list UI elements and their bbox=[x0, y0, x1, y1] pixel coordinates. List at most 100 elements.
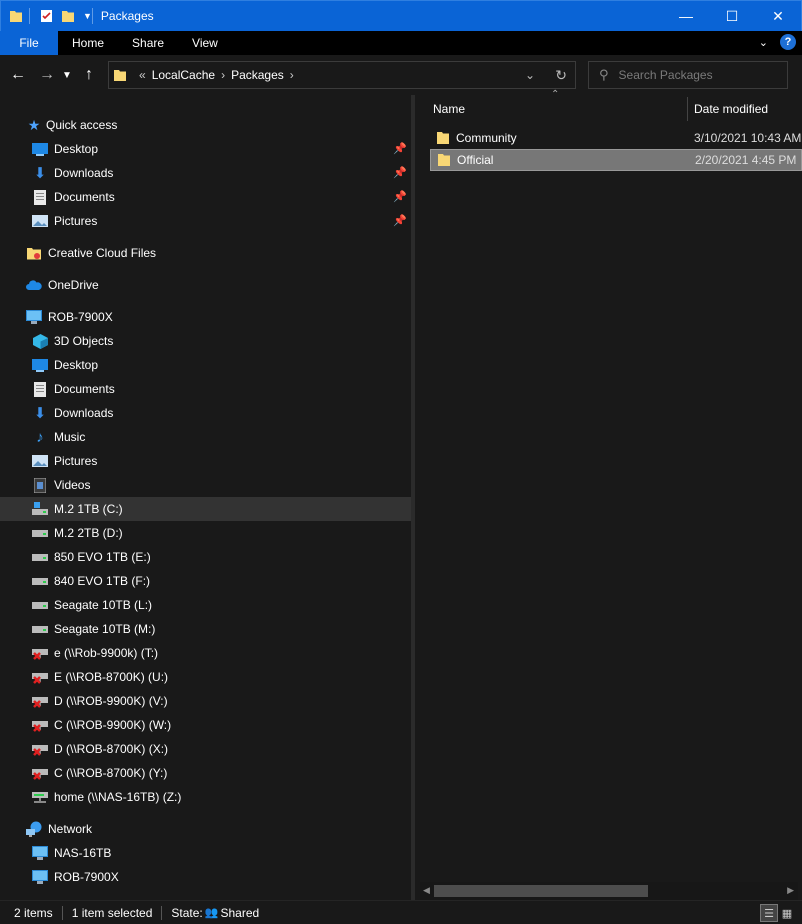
tab-view[interactable]: View bbox=[178, 31, 232, 55]
back-arrow-icon[interactable]: ← bbox=[8, 66, 28, 84]
sidebar-item-drive-t[interactable]: e (\\Rob-9900k) (T:) bbox=[0, 641, 411, 665]
title-bar: ▼ Packages — ☐ ✕ bbox=[0, 0, 802, 31]
sidebar-item-drive-x[interactable]: D (\\ROB-8700K) (X:) bbox=[0, 737, 411, 761]
disconnected-network-drive-icon bbox=[32, 693, 48, 709]
column-header-name[interactable]: Name bbox=[433, 102, 465, 116]
search-input[interactable]: Search Packages bbox=[619, 68, 713, 82]
scroll-right-icon[interactable]: ▶ bbox=[787, 885, 794, 896]
chevron-right-icon[interactable]: › bbox=[221, 68, 225, 82]
customize-toolbar-icon[interactable]: ▼ bbox=[83, 11, 92, 21]
sidebar-item-network-rob[interactable]: ROB-7900X bbox=[0, 865, 411, 889]
close-button[interactable]: ✕ bbox=[755, 1, 801, 31]
sidebar-item-music[interactable]: ♪ Music bbox=[0, 425, 411, 449]
table-row[interactable]: Official 2/20/2021 4:45 PM bbox=[430, 149, 802, 171]
sidebar-item-desktop[interactable]: Desktop 📌 bbox=[0, 137, 411, 161]
folder-icon bbox=[114, 70, 126, 81]
maximize-button[interactable]: ☐ bbox=[709, 1, 755, 31]
disconnected-network-drive-icon bbox=[32, 669, 48, 685]
sidebar-item-pc-desktop[interactable]: Desktop bbox=[0, 353, 411, 377]
sidebar-item-drive-d[interactable]: M.2 2TB (D:) bbox=[0, 521, 411, 545]
sidebar-item-videos[interactable]: Videos bbox=[0, 473, 411, 497]
sidebar-item-drive-u[interactable]: E (\\ROB-8700K) (U:) bbox=[0, 665, 411, 689]
download-arrow-icon: ⬇ bbox=[33, 165, 47, 182]
sidebar-item-drive-m[interactable]: Seagate 10TB (M:) bbox=[0, 617, 411, 641]
tab-share[interactable]: Share bbox=[118, 31, 178, 55]
sidebar-item-drive-w[interactable]: C (\\ROB-9900K) (W:) bbox=[0, 713, 411, 737]
column-divider[interactable] bbox=[687, 97, 688, 121]
minimize-button[interactable]: — bbox=[663, 1, 709, 31]
sidebar-item-drive-c[interactable]: M.2 1TB (C:) bbox=[0, 497, 411, 521]
sidebar-item-drive-f[interactable]: 840 EVO 1TB (F:) bbox=[0, 569, 411, 593]
document-icon bbox=[32, 189, 48, 205]
scrollbar-thumb[interactable] bbox=[434, 885, 648, 897]
drive-icon bbox=[32, 525, 48, 541]
folder-icon bbox=[438, 154, 450, 166]
sidebar-item-quick-access[interactable]: ★ Quick access bbox=[0, 113, 411, 137]
help-icon[interactable]: ? bbox=[780, 34, 796, 50]
details-view-icon[interactable]: ☰ bbox=[760, 904, 778, 922]
navigation-pane[interactable]: ★ Quick access Desktop 📌 ⬇ Downloads 📌 D… bbox=[0, 95, 412, 900]
sort-ascending-icon: ⌃ bbox=[551, 89, 560, 100]
window-controls: — ☐ ✕ bbox=[663, 1, 801, 31]
sidebar-item-nas[interactable]: NAS-16TB bbox=[0, 841, 411, 865]
network-globe-icon bbox=[26, 821, 42, 837]
forward-arrow-icon[interactable]: → bbox=[37, 66, 57, 84]
sidebar-item-pictures[interactable]: Pictures 📌 bbox=[0, 209, 411, 233]
sidebar-item-creative-cloud[interactable]: Creative Cloud Files bbox=[0, 241, 411, 265]
file-date: 3/10/2021 10:43 AM bbox=[694, 131, 802, 145]
pin-icon[interactable]: 📌 bbox=[393, 214, 407, 227]
disconnected-network-drive-icon bbox=[32, 741, 48, 757]
tab-file[interactable]: File bbox=[0, 31, 58, 55]
drive-icon bbox=[32, 621, 48, 637]
sidebar-item-network[interactable]: Network bbox=[0, 817, 411, 841]
properties-icon[interactable] bbox=[40, 9, 53, 23]
new-folder-icon[interactable] bbox=[61, 9, 75, 23]
horizontal-scrollbar[interactable]: ◀ ▶ bbox=[420, 882, 798, 900]
address-bar[interactable]: « LocalCache › Packages › ⌄ ↻ bbox=[108, 61, 576, 89]
file-name: Community bbox=[456, 131, 517, 145]
recent-locations-icon[interactable]: ▼ bbox=[61, 70, 73, 81]
up-arrow-icon[interactable]: ↑ bbox=[79, 66, 99, 84]
column-header-date-modified[interactable]: Date modified bbox=[694, 102, 768, 116]
scroll-left-icon[interactable]: ◀ bbox=[423, 885, 430, 896]
sidebar-item-pc-downloads[interactable]: ⬇ Downloads bbox=[0, 401, 411, 425]
pin-icon[interactable]: 📌 bbox=[393, 166, 407, 179]
file-list[interactable]: ⌃ Name Date modified Community 3/10/2021… bbox=[415, 89, 802, 900]
search-box[interactable]: ⚲ Search Packages bbox=[588, 61, 788, 89]
sidebar-item-onedrive[interactable]: OneDrive bbox=[0, 273, 411, 297]
sidebar-item-drive-e[interactable]: 850 EVO 1TB (E:) bbox=[0, 545, 411, 569]
windows-drive-icon bbox=[32, 501, 48, 517]
sidebar-item-this-pc[interactable]: ROB-7900X bbox=[0, 305, 411, 329]
refresh-icon[interactable]: ↻ bbox=[555, 67, 567, 84]
sidebar-item-documents[interactable]: Documents 📌 bbox=[0, 185, 411, 209]
sidebar-item-pc-pictures[interactable]: Pictures bbox=[0, 449, 411, 473]
search-icon: ⚲ bbox=[599, 67, 609, 82]
pin-icon[interactable]: 📌 bbox=[393, 142, 407, 155]
computer-icon bbox=[32, 845, 48, 861]
chevron-right-icon[interactable]: › bbox=[290, 68, 294, 82]
file-name: Official bbox=[457, 153, 494, 167]
sidebar-item-drive-l[interactable]: Seagate 10TB (L:) bbox=[0, 593, 411, 617]
sidebar-item-drive-z[interactable]: home (\\NAS-16TB) (Z:) bbox=[0, 785, 411, 809]
breadcrumb-packages[interactable]: Packages bbox=[231, 68, 284, 82]
sidebar-item-pc-documents[interactable]: Documents bbox=[0, 377, 411, 401]
sidebar-item-drive-y[interactable]: C (\\ROB-8700K) (Y:) bbox=[0, 761, 411, 785]
pin-icon[interactable]: 📌 bbox=[393, 190, 407, 203]
sidebar-item-drive-v[interactable]: D (\\ROB-9900K) (V:) bbox=[0, 689, 411, 713]
file-date: 2/20/2021 4:45 PM bbox=[695, 153, 797, 167]
breadcrumb-overflow[interactable]: « bbox=[139, 68, 146, 82]
large-icons-view-icon[interactable]: ▦ bbox=[778, 904, 796, 922]
cube-icon bbox=[32, 333, 48, 349]
tab-home[interactable]: Home bbox=[58, 31, 118, 55]
desktop-icon bbox=[32, 141, 48, 157]
table-row[interactable]: Community 3/10/2021 10:43 AM bbox=[430, 127, 802, 149]
sidebar-item-downloads[interactable]: ⬇ Downloads 📌 bbox=[0, 161, 411, 185]
sidebar-item-3d-objects[interactable]: 3D Objects bbox=[0, 329, 411, 353]
document-icon bbox=[32, 381, 48, 397]
computer-icon bbox=[32, 869, 48, 885]
address-history-icon[interactable]: ⌄ bbox=[525, 68, 535, 82]
state-value: Shared bbox=[220, 905, 260, 920]
expand-ribbon-icon[interactable]: ⌄ bbox=[759, 36, 768, 49]
picture-icon bbox=[32, 213, 48, 229]
breadcrumb-localcache[interactable]: LocalCache bbox=[152, 68, 215, 82]
